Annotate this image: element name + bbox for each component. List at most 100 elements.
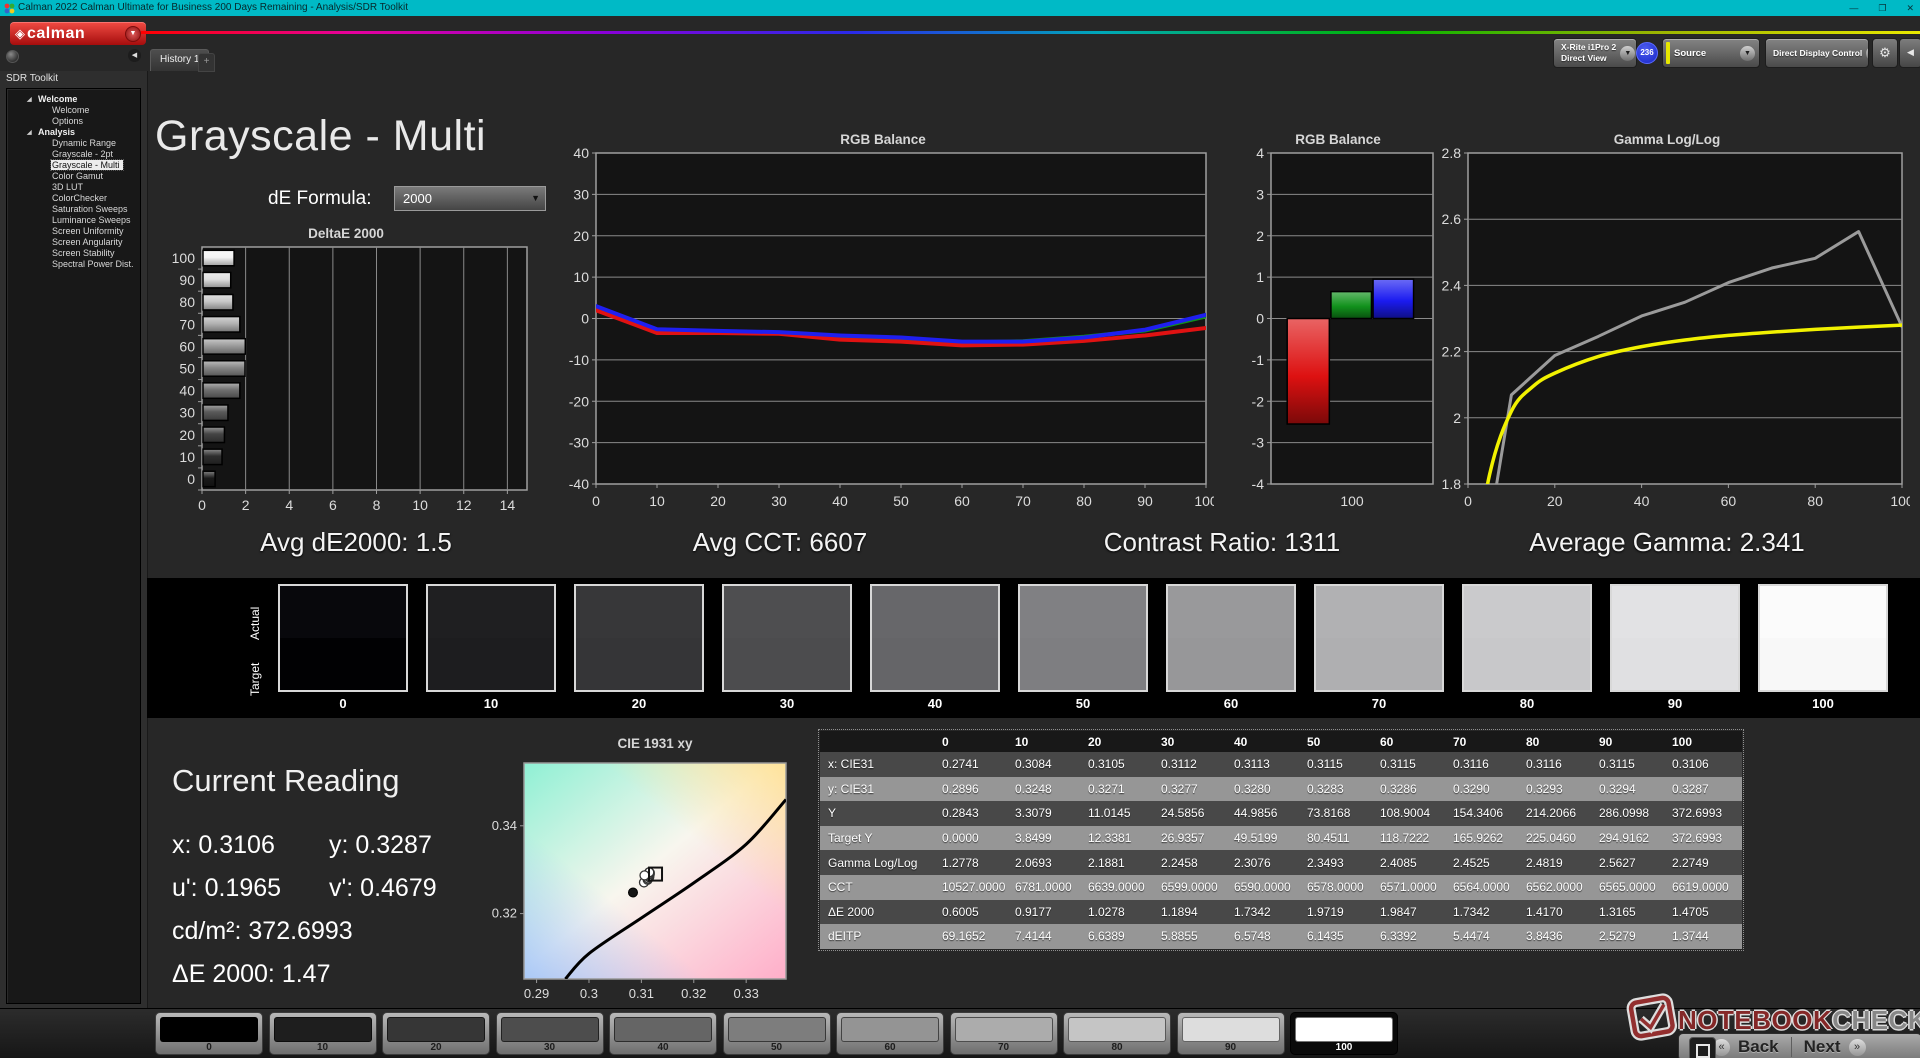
workspace-indicator[interactable] [6,50,19,63]
sidebar-item-screen-uniformity[interactable]: Screen Uniformity [7,226,140,237]
add-tab-button[interactable]: + [198,53,215,72]
title-bar: Calman 2022 Calman Ultimate for Business… [0,0,1920,16]
maximize-button[interactable]: ❐ [1878,0,1886,16]
tree-group-welcome[interactable]: ◢Welcome [7,94,140,105]
settings-button[interactable]: ⚙ [1872,38,1898,68]
svg-text:0.33: 0.33 [734,986,759,1001]
source-dropdown-icon[interactable]: ▼ [1740,46,1755,61]
table-cell: 49.5199 [1227,826,1300,851]
svg-text:80: 80 [179,294,195,310]
table-cell: 0.3113 [1227,752,1300,777]
pattern-tile-70[interactable]: 70 [950,1012,1058,1055]
pattern-tile-30[interactable]: 30 [496,1012,604,1055]
sidebar-item-options[interactable]: Options [7,116,140,127]
workflow-tree: ◢WelcomeWelcomeOptions◢AnalysisDynamic R… [6,88,141,1004]
app-icon [4,3,15,14]
swatch-target [1760,638,1886,690]
svg-text:10: 10 [412,497,428,513]
table-cell: 1.0278 [1081,900,1154,925]
pattern-tile-40[interactable]: 40 [609,1012,717,1055]
sidebar-item-screen-stability[interactable]: Screen Stability [7,248,140,259]
sidebar-item-grayscale-2pt[interactable]: Grayscale - 2pt [7,149,140,160]
table-cell: 6578.0000 [1300,875,1373,900]
sidebar-item-colorchecker[interactable]: ColorChecker [7,193,140,204]
swatch-target [724,638,850,690]
swatch-90 [1610,584,1740,692]
back-button[interactable]: Back [1730,1037,1787,1057]
sidebar-item-color-gamut[interactable]: Color Gamut [7,171,140,182]
display-control-dropdown-icon[interactable]: ▼ [1866,46,1869,61]
calman-logo-label: calman [27,25,125,43]
meter-button[interactable]: X-Rite i1Pro 2 Direct View ▼ [1553,38,1637,68]
table-cell: 2.4819 [1519,850,1592,875]
sidebar-item-dynamic-range[interactable]: Dynamic Range [7,138,140,149]
display-control-button[interactable]: Direct Display Control ▼ [1765,38,1869,68]
sidebar-collapse-icon[interactable]: ◀ [128,49,141,62]
sidebar-item-grayscale-multi[interactable]: Grayscale - Multi [7,160,140,171]
sidebar-item-screen-angularity[interactable]: Screen Angularity [7,237,140,248]
table-corner-cell [820,731,935,752]
pattern-tile-60[interactable]: 60 [836,1012,944,1055]
pattern-tile-10[interactable]: 10 [269,1012,377,1055]
calman-logo-button[interactable]: ◈ calman ▼ [10,22,146,45]
table-cell: 1.4170 [1519,900,1592,925]
swatch-target [1316,638,1442,690]
table-cell: 1.4705 [1665,900,1738,925]
sidebar-item-spectral-power-dist[interactable]: Spectral Power Dist. [7,259,140,270]
table-column-header: 20 [1081,731,1154,752]
de-formula-dropdown-icon: ▼ [531,187,540,210]
pattern-tile-100[interactable]: 100 [1290,1012,1398,1055]
close-button[interactable]: ✕ [1906,0,1914,16]
collapse-panel-button[interactable]: ◀ [1899,38,1920,68]
svg-text:-2: -2 [1252,393,1265,409]
sidebar-item-3d-lut[interactable]: 3D LUT [7,182,140,193]
tree-expander-icon[interactable]: ◢ [27,128,32,139]
table-cell: 6.6389 [1081,924,1154,949]
pattern-tile-90[interactable]: 90 [1177,1012,1285,1055]
de-formula-select[interactable]: 2000 ▼ [394,186,546,211]
swatch-actual [576,586,702,638]
measurement-table: 0102030405060708090100x: CIE310.27410.30… [818,729,1744,951]
swatch-70 [1314,584,1444,692]
pattern-level-label: 40 [610,1042,716,1053]
current-reading-title: Current Reading [172,763,399,799]
minimize-button[interactable]: — [1849,0,1858,16]
table-cell: 2.4525 [1446,850,1519,875]
svg-text:0.34: 0.34 [492,818,517,833]
next-button[interactable]: Next [1796,1037,1849,1057]
table-row-label: CCT [820,875,935,900]
tree-expander-icon[interactable]: ◢ [27,95,32,106]
swatch-level-label: 100 [1758,696,1888,711]
tree-group-analysis[interactable]: ◢Analysis [7,127,140,138]
swatch-0 [278,584,408,692]
swatch-actual [428,586,554,638]
table-cell: 0.3116 [1446,752,1519,777]
svg-text:2: 2 [1256,228,1264,244]
strip-actual-label: Actual [248,588,262,640]
svg-text:80: 80 [1807,493,1823,509]
pattern-tile-80[interactable]: 80 [1063,1012,1171,1055]
sidebar-item-label: Options [51,116,86,126]
sidebar-item-luminance-sweeps[interactable]: Luminance Sweeps [7,215,140,226]
swatch-level-label: 20 [574,696,704,711]
pattern-tile-50[interactable]: 50 [723,1012,831,1055]
svg-text:-4: -4 [1252,476,1265,492]
window-title: Calman 2022 Calman Ultimate for Business… [18,0,408,16]
table-row-label: dEITP [820,924,935,949]
logo-dropdown-icon[interactable]: ▼ [125,26,141,42]
pattern-tile-0[interactable]: 0 [155,1012,263,1055]
svg-text:6: 6 [329,497,337,513]
swatch-target [1168,638,1294,690]
source-button[interactable]: Source ▼ [1662,38,1760,68]
stop-button[interactable] [1689,1037,1716,1058]
sidebar-item-saturation-sweeps[interactable]: Saturation Sweeps [7,204,140,215]
table-row-label: Gamma Log/Log [820,850,935,875]
meter-dropdown-icon[interactable]: ▼ [1620,46,1635,61]
table-row-x-cie31: x: CIE310.27410.30840.31050.31120.31130.… [820,752,1742,777]
pattern-tile-20[interactable]: 20 [382,1012,490,1055]
pattern-level-label: 60 [837,1042,943,1053]
table-column-header: 10 [1008,731,1081,752]
sidebar-item-welcome[interactable]: Welcome [7,105,140,116]
table-cell: 6562.0000 [1519,875,1592,900]
table-row-y-cie31: y: CIE310.28960.32480.32710.32770.32800.… [820,777,1742,802]
